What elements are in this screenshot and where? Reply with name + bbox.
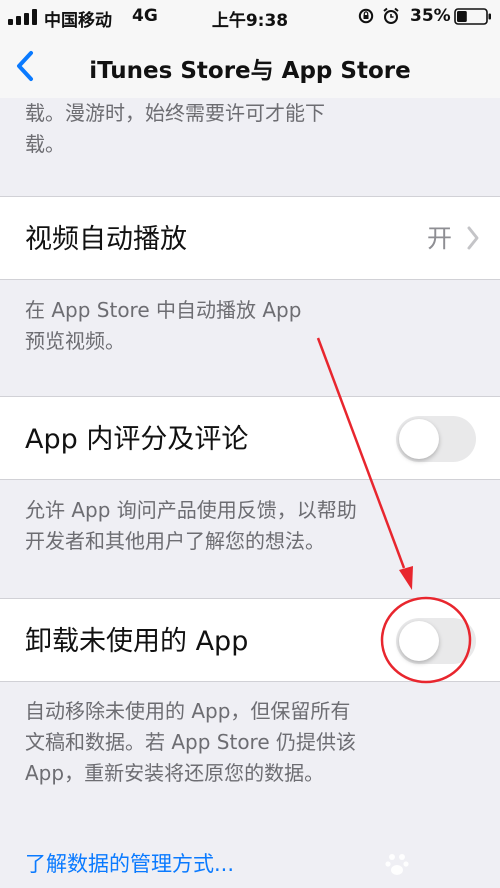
page-title: iTunes Store与 App Store bbox=[89, 58, 411, 84]
download-footer-text: 载。漫游时，始终需要许可才能下 载。 bbox=[25, 101, 325, 156]
offload-apps-footer: 自动移除未使用的 App，但保留所有 文稿和数据。若 App Store 仍提供… bbox=[25, 699, 357, 785]
in-app-ratings-label: App 内评分及评论 bbox=[25, 424, 249, 455]
in-app-ratings-toggle[interactable] bbox=[396, 416, 476, 462]
navigation-bar: iTunes Store与 App Store bbox=[0, 34, 500, 98]
battery-percent: 35% bbox=[410, 6, 451, 26]
offload-apps-label: 卸载未使用的 App bbox=[25, 626, 249, 657]
battery-icon bbox=[454, 8, 491, 25]
settings-list: 载。漫游时，始终需要许可才能下 载。 视频自动播放 开 在 App Store … bbox=[0, 98, 500, 888]
toggle-knob bbox=[399, 621, 439, 661]
video-autoplay-value: 开 bbox=[426, 224, 452, 253]
offload-apps-toggle[interactable] bbox=[396, 618, 476, 664]
chevron-right-icon bbox=[467, 226, 479, 250]
alarm-icon bbox=[383, 7, 399, 24]
status-bar: 中国移动 4G 上午9:38 35% bbox=[0, 0, 500, 34]
baidu-jingyan-watermark bbox=[384, 846, 496, 882]
video-autoplay-row[interactable]: 视频自动播放 开 bbox=[0, 196, 500, 280]
in-app-ratings-footer: 允许 App 询问产品使用反馈，以帮助 开发者和其他用户了解您的想法。 bbox=[25, 498, 357, 553]
video-autoplay-label: 视频自动播放 bbox=[25, 224, 187, 255]
orientation-lock-icon bbox=[358, 8, 374, 24]
offload-apps-row: 卸载未使用的 App bbox=[0, 598, 500, 682]
toggle-knob bbox=[399, 419, 439, 459]
data-management-link[interactable]: 了解数据的管理方式... bbox=[25, 848, 234, 878]
in-app-ratings-row: App 内评分及评论 bbox=[0, 396, 500, 480]
video-autoplay-footer: 在 App Store 中自动播放 App 预览视频。 bbox=[25, 298, 302, 353]
